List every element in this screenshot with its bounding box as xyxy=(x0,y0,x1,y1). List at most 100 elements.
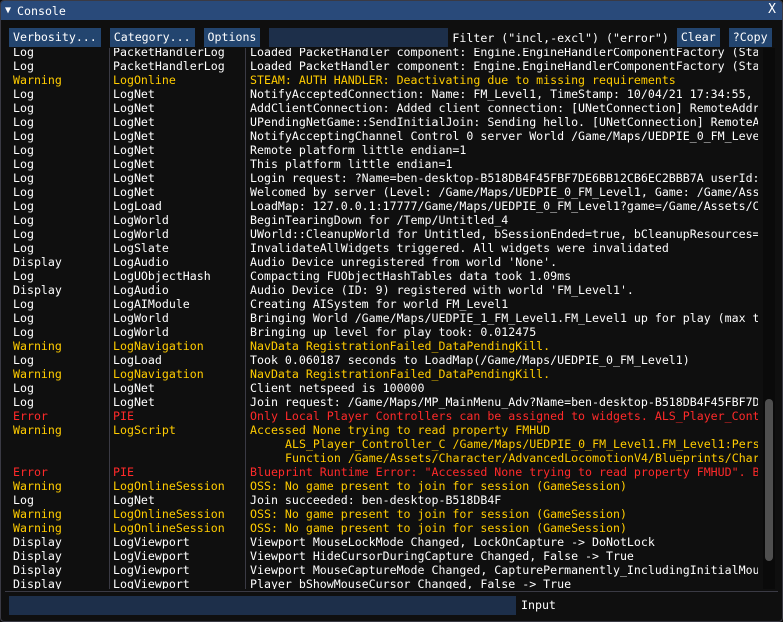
log-row[interactable]: Log LogNet NotifyAcceptedConnection: Name:… xyxy=(9,87,772,101)
log-verbosity: Log xyxy=(13,101,34,115)
log-category: LogWorld xyxy=(113,311,169,325)
log-row[interactable]: Display LogAudio Audio Device (ID: 9) regi… xyxy=(9,283,772,297)
log-category: LogNavigation xyxy=(113,339,204,353)
log-row[interactable]: Log LogNet Join request: /Game/Maps/MP_Mai… xyxy=(9,395,772,409)
title-bar[interactable]: ▼ Console X xyxy=(1,1,782,20)
log-row[interactable]: Log LogUObjectHash Compacting FUObjectHash… xyxy=(9,269,772,283)
log-row[interactable]: Display LogViewport Viewport MouseCaptureM… xyxy=(9,563,772,577)
log-row[interactable]: Error PIE Only Local Player Controllers ca… xyxy=(9,409,772,423)
log-row[interactable]: Display LogViewport Player bShowMouseCurso… xyxy=(9,577,772,589)
log-category: LogSlate xyxy=(113,241,169,255)
log-category: LogLoad xyxy=(113,199,162,213)
close-icon[interactable]: X xyxy=(768,2,776,17)
log-row[interactable]: Display LogAudio Audio Device unregistered… xyxy=(9,255,772,269)
log-verbosity: Display xyxy=(13,549,62,563)
log-category: LogLoad xyxy=(113,353,162,367)
log-row[interactable]: Display LogViewport Viewport MouseLockMode… xyxy=(9,535,772,549)
log-category: LogAudio xyxy=(113,283,169,297)
log-row[interactable]: Warning LogOnlineSession OSS: No game pres… xyxy=(9,521,772,535)
log-row[interactable]: Log LogNet Join succeeded: ben-desktop-B51… xyxy=(9,493,772,507)
log-message: Accessed None trying to read property FM… xyxy=(250,423,551,437)
log-row[interactable]: Log LogNet Remote platform little endian=1 xyxy=(9,143,772,157)
log-row[interactable]: Log LogWorld Bringing up level for play to… xyxy=(9,325,772,339)
log-row[interactable]: Log LogNet Client netspeed is 100000 xyxy=(9,381,772,395)
log-row[interactable]: Log LogLoad Took 0.060187 seconds to LoadM… xyxy=(9,353,772,367)
log-message: Creating AISystem for world FM_Level1 xyxy=(250,297,509,311)
verbosity-button[interactable]: Verbosity... xyxy=(9,28,101,47)
log-row[interactable]: Warning LogOnlineSession OSS: No game pres… xyxy=(9,479,772,493)
log-row[interactable]: Warning LogNavigation NavData Registration… xyxy=(9,339,772,353)
log-row[interactable]: Log LogLoad LoadMap: 127.0.0.1:17777/Game/… xyxy=(9,199,772,213)
log-category: LogNet xyxy=(113,171,155,185)
log-category: LogViewport xyxy=(113,549,190,563)
log-row[interactable]: Log LogWorld Bringing World /Game/Maps/UED… xyxy=(9,311,772,325)
log-category: LogWorld xyxy=(113,227,169,241)
log-list[interactable]: Log PacketHandlerLog Loaded PacketHandler … xyxy=(9,48,772,589)
log-message: Player bShowMouseCursor Changed, False -… xyxy=(250,577,572,589)
log-row[interactable]: Log PacketHandlerLog Loaded PacketHandler … xyxy=(9,48,772,59)
log-verbosity: Log xyxy=(13,311,34,325)
log-message: LoadMap: 127.0.0.1:17777/Game/Maps/UEDPI… xyxy=(250,199,758,213)
log-row[interactable]: Log LogNet UPendingNetGame::SendInitialJoi… xyxy=(9,115,772,129)
log-message: InvalidateAllWidgets triggered. All widg… xyxy=(250,241,669,255)
log-category: LogOnlineSession xyxy=(113,507,225,521)
log-row[interactable]: Log LogWorld BeginTearingDown for /Temp/Un… xyxy=(9,213,772,227)
log-verbosity: Display xyxy=(13,563,62,577)
log-row[interactable]: Log LogNet This platform little endian=1 xyxy=(9,157,772,171)
log-verbosity: Log xyxy=(13,157,34,171)
log-category: LogViewport xyxy=(113,535,190,549)
log-message: Loaded PacketHandler component: Engine.E… xyxy=(250,48,758,59)
log-verbosity: Warning xyxy=(13,423,62,437)
log-row[interactable]: Log LogWorld UWorld::CleanupWorld for Unti… xyxy=(9,227,772,241)
log-verbosity: Log xyxy=(13,395,34,409)
scrollbar-thumb[interactable] xyxy=(765,398,773,562)
collapse-triangle-icon[interactable]: ▼ xyxy=(5,5,11,16)
log-verbosity: Log xyxy=(13,213,34,227)
log-category: LogWorld xyxy=(113,325,169,339)
scrollbar[interactable] xyxy=(763,48,775,589)
log-message: UPendingNetGame::SendInitialJoin: Sendin… xyxy=(250,115,758,129)
window-title: Console xyxy=(17,3,66,18)
log-row[interactable]: Log LogSlate InvalidateAllWidgets triggere… xyxy=(9,241,772,255)
log-row[interactable]: Warning LogOnline STEAM: AUTH HANDLER: Dea… xyxy=(9,73,772,87)
log-row[interactable]: Warning LogOnlineSession OSS: No game pres… xyxy=(9,507,772,521)
log-verbosity: Log xyxy=(13,59,34,73)
log-row[interactable]: Log LogNet AddClientConnection: Added clie… xyxy=(9,101,772,115)
log-row[interactable]: Log PacketHandlerLog Loaded PacketHandler … xyxy=(9,59,772,73)
log-verbosity: Warning xyxy=(13,367,62,381)
log-verbosity: Log xyxy=(13,87,34,101)
log-category: PIE xyxy=(113,409,134,423)
category-button[interactable]: Category... xyxy=(109,28,195,47)
command-input[interactable] xyxy=(9,596,516,615)
log-category: LogNet xyxy=(113,115,155,129)
log-category: PacketHandlerLog xyxy=(113,59,225,73)
log-row[interactable]: Error PIE Blueprint Runtime Error: "Access… xyxy=(9,465,772,479)
log-row[interactable]: Log LogNet Welcomed by server (Level: /Gam… xyxy=(9,185,772,199)
log-row[interactable]: Log LogAIModule Creating AISystem for worl… xyxy=(9,297,772,311)
log-message: Login request: ?Name=ben-desktop-B518DB4… xyxy=(250,171,758,185)
log-message: Blueprint Runtime Error: "Accessed None … xyxy=(250,465,758,479)
log-category: LogAudio xyxy=(113,255,169,269)
log-row-continuation: ALS_Player_Controller_C /Game/Maps/UEDPI… xyxy=(9,437,772,451)
console-window: ▼ Console X Verbosity... Category... Opt… xyxy=(0,0,783,622)
log-verbosity: Error xyxy=(13,465,48,479)
log-verbosity: Log xyxy=(13,493,34,507)
log-verbosity: Log xyxy=(13,325,34,339)
clear-button[interactable]: Clear xyxy=(676,28,720,47)
log-row[interactable]: Display LogViewport Viewport HideCursorDur… xyxy=(9,549,772,563)
log-category: LogNet xyxy=(113,493,155,507)
copy-button[interactable]: ?Copy xyxy=(728,28,772,47)
log-row[interactable]: Log LogNet Login request: ?Name=ben-deskto… xyxy=(9,171,772,185)
log-verbosity: Log xyxy=(13,48,34,59)
toolbar: Verbosity... Category... Options Filter … xyxy=(9,28,774,47)
log-category: LogAIModule xyxy=(113,297,190,311)
log-message: BeginTearingDown for /Temp/Untitled_4 xyxy=(250,213,509,227)
log-verbosity: Log xyxy=(13,143,34,157)
options-button[interactable]: Options xyxy=(203,28,261,47)
log-message: Compacting FUObjectHashTables data took … xyxy=(250,269,572,283)
log-row[interactable]: Warning LogNavigation NavData Registration… xyxy=(9,367,772,381)
filter-input[interactable] xyxy=(269,28,449,47)
log-row[interactable]: Warning LogScript Accessed None trying to … xyxy=(9,423,772,437)
log-category: LogWorld xyxy=(113,213,169,227)
log-row[interactable]: Log LogNet NotifyAcceptingChannel Control … xyxy=(9,129,772,143)
